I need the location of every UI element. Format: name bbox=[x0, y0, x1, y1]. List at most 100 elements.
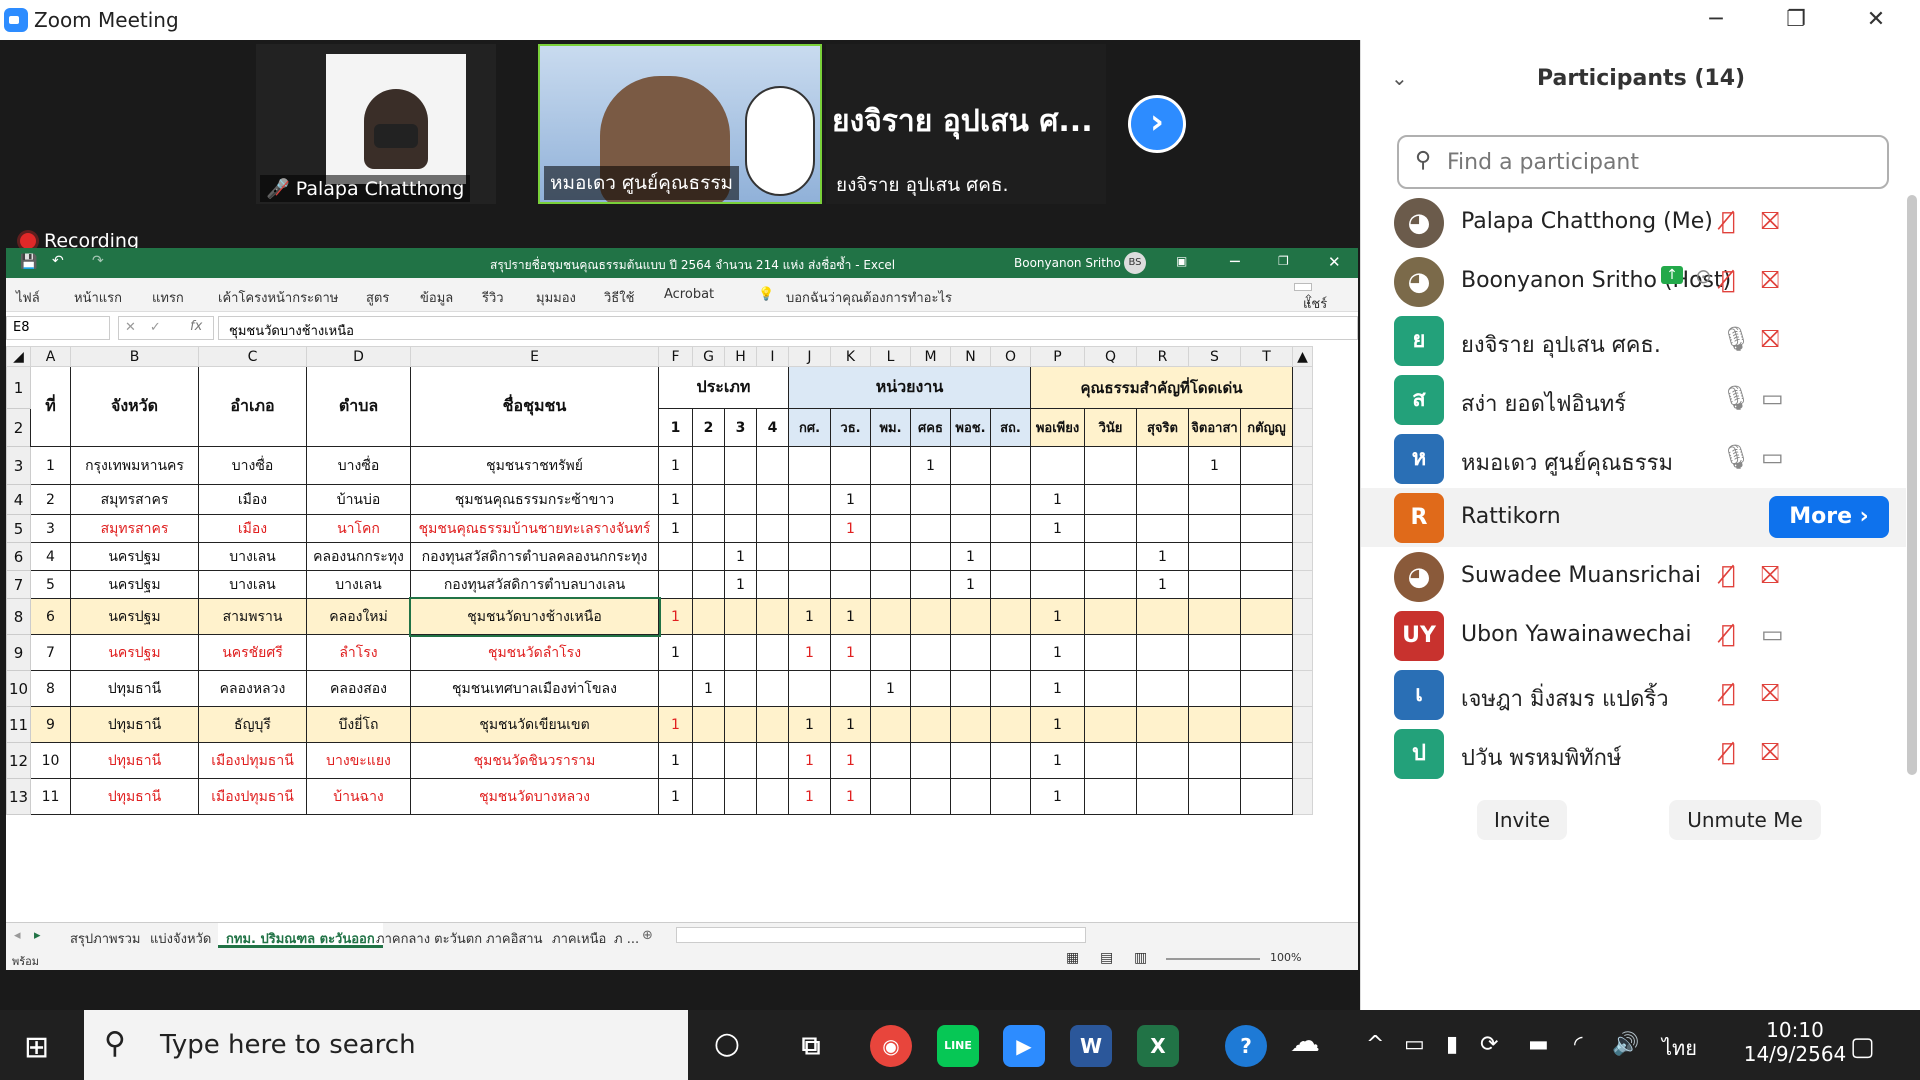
table-cell[interactable] bbox=[870, 706, 911, 743]
table-cell[interactable] bbox=[950, 634, 991, 671]
table-cell[interactable]: เมืองปทุมธานี bbox=[198, 742, 307, 779]
table-cell[interactable] bbox=[1188, 778, 1241, 815]
video-tile[interactable]: ยงจิราย อุปเสน ศ... ยงจิราย อุปเสน ศคธ. bbox=[826, 44, 1106, 204]
video-off-icon[interactable]: ⛝ bbox=[1761, 679, 1779, 707]
table-cell[interactable] bbox=[1084, 670, 1137, 707]
table-cell[interactable] bbox=[788, 670, 831, 707]
table-cell[interactable]: กองทุนสวัสดิการตำบลบางเลน bbox=[410, 570, 659, 599]
table-cell[interactable]: คลองใหม่ bbox=[306, 598, 411, 635]
table-cell[interactable] bbox=[910, 542, 951, 571]
video-off-icon[interactable]: ⛝ bbox=[1761, 738, 1779, 766]
table-cell[interactable]: 1 bbox=[658, 634, 693, 671]
table-cell[interactable] bbox=[990, 778, 1031, 815]
table-cell[interactable] bbox=[756, 542, 789, 571]
table-cell[interactable]: 1 bbox=[1030, 514, 1085, 543]
participant-row[interactable]: ◕ Boonyanon Sritho (Host) ↑ ⊙ 🎙̸ ⛝ bbox=[1361, 252, 1906, 311]
table-cell[interactable] bbox=[830, 670, 871, 707]
table-cell[interactable]: เมืองปทุมธานี bbox=[198, 778, 307, 815]
header-community[interactable]: ชื่อชุมชน bbox=[410, 366, 659, 447]
name-box[interactable]: E8 bbox=[6, 316, 110, 340]
table-cell[interactable]: 2 bbox=[30, 484, 71, 515]
subheader-cell[interactable]: พอเพียง bbox=[1030, 408, 1085, 447]
task-view-icon[interactable]: ⧉ bbox=[790, 1025, 832, 1067]
table-cell[interactable]: 1 bbox=[1136, 570, 1189, 599]
table-cell[interactable] bbox=[756, 634, 789, 671]
table-cell[interactable]: นาโคก bbox=[306, 514, 411, 543]
mic-muted-icon[interactable]: 🎙̸ bbox=[1721, 561, 1735, 589]
cortana-icon[interactable]: ○ bbox=[706, 1025, 748, 1067]
column-header[interactable]: E bbox=[410, 346, 659, 367]
table-cell[interactable]: 1 bbox=[830, 742, 871, 779]
table-cell[interactable] bbox=[756, 742, 789, 779]
table-cell[interactable]: ชุมชนวัดเขียนเขต bbox=[410, 706, 659, 743]
row-header[interactable]: 6 bbox=[6, 542, 31, 571]
show-hidden-icons-chevron-icon[interactable]: ^ bbox=[1366, 1032, 1384, 1057]
table-cell[interactable] bbox=[1240, 570, 1293, 599]
row-header[interactable]: 5 bbox=[6, 514, 31, 543]
row-header[interactable]: 3 bbox=[6, 446, 31, 485]
table-cell[interactable]: 1 bbox=[1030, 706, 1085, 743]
table-cell[interactable] bbox=[692, 706, 725, 743]
table-cell[interactable]: ปทุมธานี bbox=[70, 742, 199, 779]
table-cell[interactable] bbox=[756, 484, 789, 515]
table-cell[interactable] bbox=[950, 706, 991, 743]
table-cell[interactable] bbox=[1188, 742, 1241, 779]
subheader-cell[interactable]: วินัย bbox=[1084, 408, 1137, 447]
table-cell[interactable]: ชุมชนคุณธรรมบ้านชายทะเลรางจันทร์ bbox=[410, 514, 659, 543]
table-cell[interactable]: บางซื่อ bbox=[306, 446, 411, 485]
input-language[interactable]: ไทย bbox=[1662, 1032, 1697, 1064]
table-cell[interactable]: คลองสอง bbox=[306, 670, 411, 707]
table-cell[interactable] bbox=[990, 484, 1031, 515]
sheet-tab[interactable]: ภ ... bbox=[614, 928, 639, 949]
table-cell[interactable] bbox=[692, 514, 725, 543]
table-cell[interactable] bbox=[1084, 778, 1137, 815]
table-cell[interactable] bbox=[990, 634, 1031, 671]
video-off-icon[interactable]: ⛝ bbox=[1761, 207, 1779, 235]
zoom-slider[interactable] bbox=[1166, 958, 1260, 960]
table-cell[interactable] bbox=[870, 634, 911, 671]
subheader-cell[interactable]: จิตอาสา bbox=[1188, 408, 1241, 447]
table-cell[interactable] bbox=[910, 670, 951, 707]
table-cell[interactable] bbox=[756, 446, 789, 485]
participant-row[interactable]: UY Ubon Yawainawechai 🎙̸ ▭ bbox=[1361, 606, 1906, 665]
table-cell[interactable]: กองทุนสวัสดิการตำบลคลองนกกระทุง bbox=[410, 542, 659, 571]
mic-muted-icon[interactable]: 🎙̸ bbox=[1721, 266, 1735, 294]
table-cell[interactable] bbox=[990, 446, 1031, 485]
sheet-tab-active[interactable]: กทม. ปริมณฑล ตะวันออก bbox=[218, 923, 383, 948]
subheader-cell[interactable]: สถ. bbox=[990, 408, 1031, 447]
minimize-button[interactable]: ─ bbox=[1692, 6, 1740, 34]
table-cell[interactable] bbox=[1136, 598, 1189, 635]
video-off-icon[interactable]: ⛝ bbox=[1761, 561, 1779, 589]
subheader-cell[interactable]: กตัญญู bbox=[1240, 408, 1293, 447]
table-cell[interactable] bbox=[950, 742, 991, 779]
table-cell[interactable]: บางเลน bbox=[198, 542, 307, 571]
table-cell[interactable]: 1 bbox=[788, 778, 831, 815]
sheet-tab[interactable]: ภาคอิสาน bbox=[486, 928, 543, 949]
table-cell[interactable] bbox=[788, 542, 831, 571]
table-cell[interactable] bbox=[1084, 484, 1137, 515]
table-cell[interactable]: 1 bbox=[950, 570, 991, 599]
notifications-icon[interactable]: ▢ bbox=[1850, 1032, 1875, 1062]
column-header[interactable]: G bbox=[692, 346, 725, 367]
table-cell[interactable]: 1 bbox=[658, 778, 693, 815]
table-cell[interactable] bbox=[1188, 706, 1241, 743]
table-cell[interactable] bbox=[1030, 570, 1085, 599]
participant-row[interactable]: ◕ Suwadee Muansrichai 🎙̸ ⛝ bbox=[1361, 547, 1906, 606]
table-cell[interactable] bbox=[1240, 706, 1293, 743]
header-agency[interactable]: หน่วยงาน bbox=[788, 366, 1031, 409]
table-cell[interactable]: 1 bbox=[788, 634, 831, 671]
table-cell[interactable] bbox=[1136, 514, 1189, 543]
save-icon[interactable]: 💾 bbox=[20, 254, 37, 270]
page-layout-icon[interactable]: ▤ bbox=[1100, 950, 1113, 966]
participant-list-scrollbar[interactable] bbox=[1907, 195, 1917, 775]
sync-icon[interactable]: ⟳ bbox=[1480, 1032, 1498, 1057]
table-cell[interactable]: 4 bbox=[30, 542, 71, 571]
table-cell[interactable]: ชุมชนคุณธรรมกระซ้าขาว bbox=[410, 484, 659, 515]
volume-icon[interactable]: 🔊 bbox=[1612, 1032, 1639, 1057]
table-cell[interactable] bbox=[1240, 514, 1293, 543]
table-cell[interactable] bbox=[692, 742, 725, 779]
tab-acrobat[interactable]: Acrobat bbox=[664, 287, 714, 302]
table-cell[interactable]: ธัญบุรี bbox=[198, 706, 307, 743]
tab-page-layout[interactable]: เค้าโครงหน้ากระดาษ bbox=[218, 287, 338, 308]
table-cell[interactable] bbox=[950, 484, 991, 515]
